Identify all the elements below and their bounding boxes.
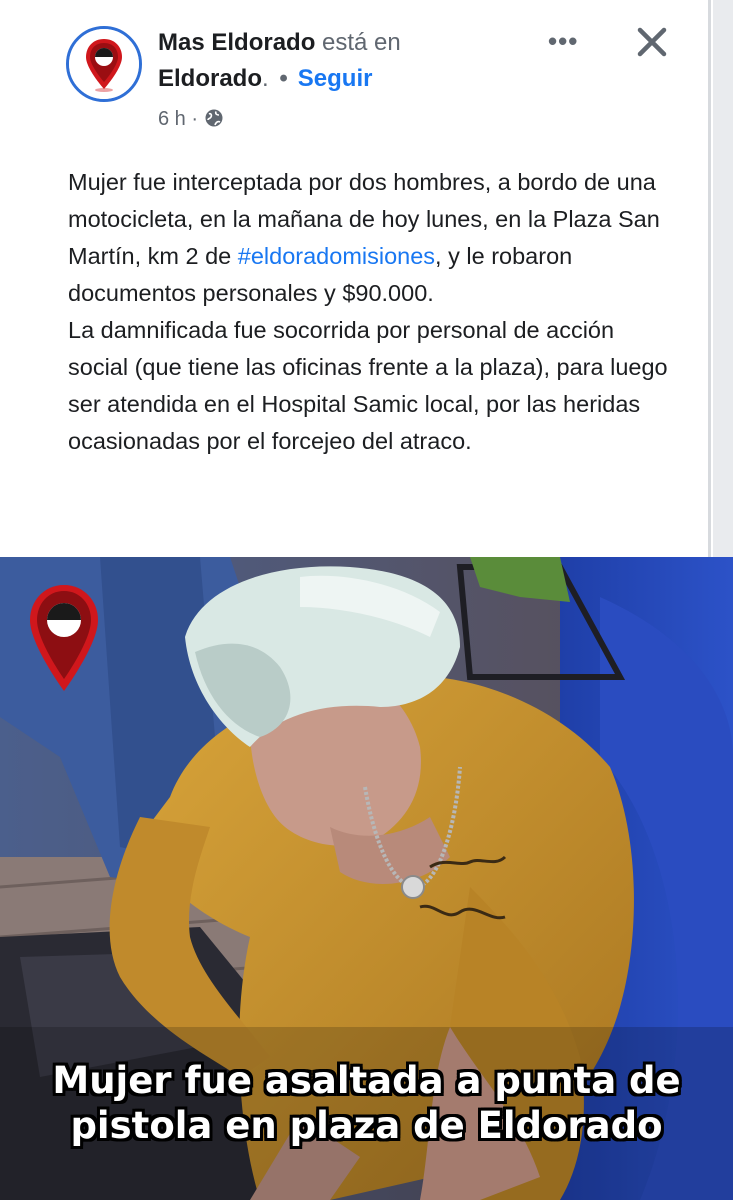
post-photo[interactable]: Mujer fue asaltada a punta de pistola en…: [0, 557, 733, 1200]
post-meta: 6 h ·: [158, 106, 224, 135]
caption-line-1: Mujer fue asaltada a punta de: [52, 1059, 681, 1102]
post-time[interactable]: 6 h: [158, 108, 186, 130]
page-avatar[interactable]: [66, 26, 142, 102]
post-body: Mujer fue interceptada por dos hombres, …: [68, 164, 678, 460]
caption-line-2: pistola en plaza de Eldorado: [70, 1104, 663, 1147]
close-icon[interactable]: [632, 22, 672, 62]
post-paragraph-1: Mujer fue interceptada por dos hombres, …: [68, 164, 678, 312]
separator-dot: •: [279, 65, 288, 92]
hashtag-link[interactable]: #eldoradomisiones: [238, 243, 435, 269]
follow-button[interactable]: Seguir: [298, 65, 373, 92]
meta-separator: ·: [191, 108, 199, 130]
more-options-icon[interactable]: •••: [548, 26, 584, 56]
post-header: Mas Eldorado está en Eldorado. • Seguir 6…: [0, 0, 733, 150]
location-pin-logo-icon: [69, 29, 139, 99]
author-line: Mas Eldorado está en: [158, 28, 401, 58]
place-link[interactable]: Eldorado: [158, 65, 262, 92]
photo-caption: Mujer fue asaltada a punta de pistola en…: [0, 1058, 733, 1148]
checkin-text: está en: [315, 29, 401, 56]
facebook-post: Mas Eldorado está en Eldorado. • Seguir 6…: [0, 0, 733, 1200]
place-line: Eldorado. • Seguir: [158, 64, 372, 94]
globe-icon[interactable]: [204, 108, 224, 135]
post-paragraph-2: La damnificada fue socorrida por persona…: [68, 317, 668, 454]
author-name-link[interactable]: Mas Eldorado: [158, 29, 315, 56]
place-suffix: .: [262, 65, 269, 92]
